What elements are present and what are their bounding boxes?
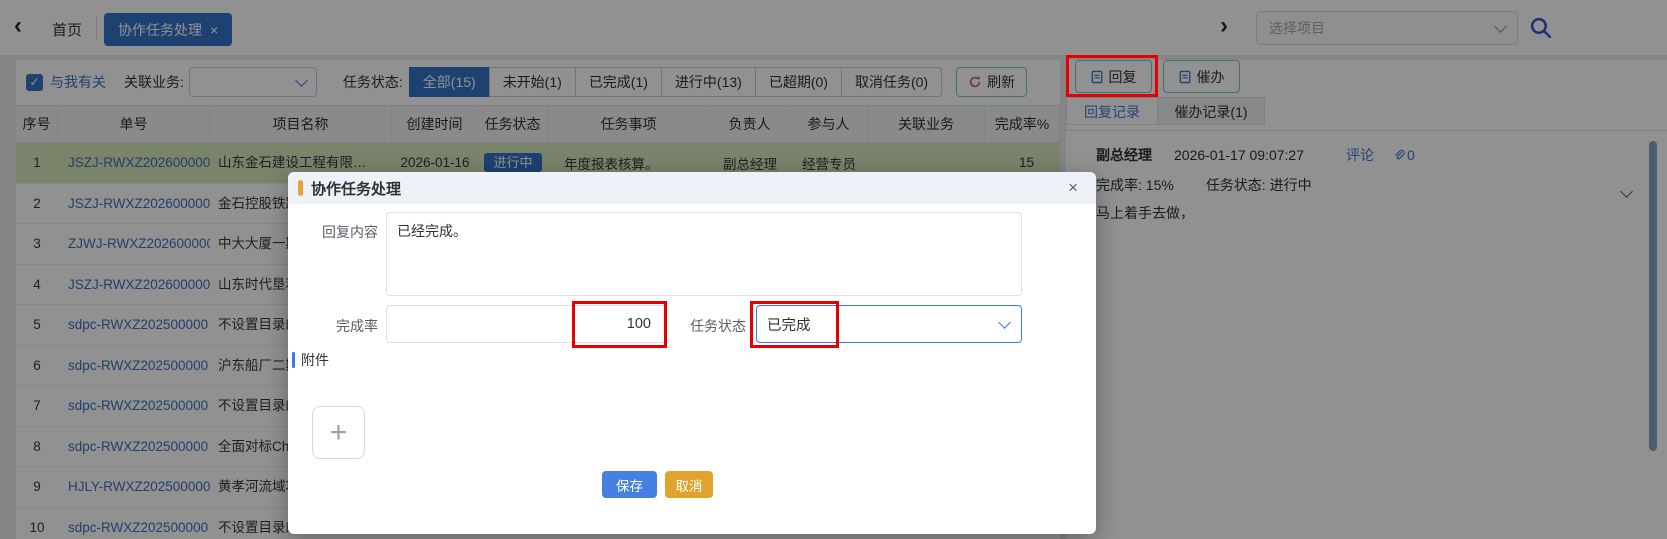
completion-rate-label: 完成率 bbox=[298, 316, 378, 336]
attachment-section-label: 附件 bbox=[292, 350, 329, 370]
annotation-box-task-status bbox=[750, 301, 839, 348]
task-status-label: 任务状态 bbox=[676, 316, 746, 336]
dialog-title: 协作任务处理 bbox=[311, 178, 401, 199]
section-marker-icon bbox=[292, 352, 295, 368]
reply-content-label: 回复内容 bbox=[298, 222, 378, 242]
annotation-box-reply-button bbox=[1066, 55, 1158, 97]
close-icon[interactable]: × bbox=[1068, 179, 1078, 197]
attachment-label: 附件 bbox=[301, 350, 329, 370]
chevron-down-icon bbox=[998, 316, 1011, 329]
cancel-button[interactable]: 取消 bbox=[665, 471, 713, 498]
task-process-dialog: 协作任务处理 × 回复内容 已经完成。 完成率 任务状态 已完成 附件 + 保存… bbox=[288, 172, 1096, 534]
annotation-box-completion-rate bbox=[572, 301, 667, 348]
app-window: ‹ 首页 协作任务处理 × › 选择项目 ✓ 与我有关 关联业务: 任务状态: … bbox=[0, 0, 1667, 539]
save-button[interactable]: 保存 bbox=[602, 471, 657, 498]
add-attachment-button[interactable]: + bbox=[312, 406, 365, 459]
reply-content-textarea[interactable]: 已经完成。 bbox=[386, 212, 1022, 296]
dialog-header: 协作任务处理 × bbox=[288, 172, 1096, 204]
title-marker-icon bbox=[298, 180, 303, 196]
